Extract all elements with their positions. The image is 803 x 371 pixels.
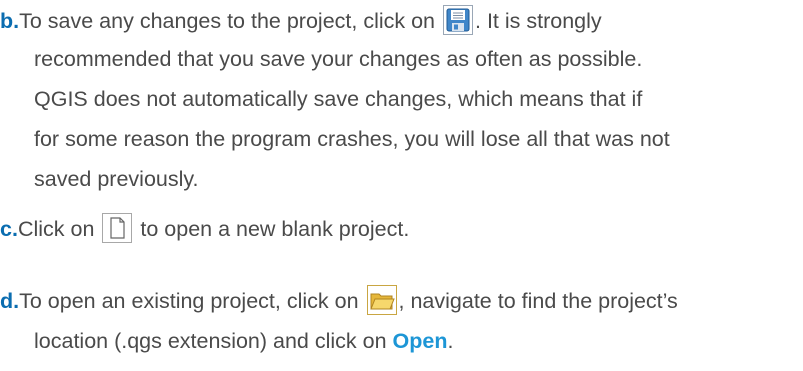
save-disk-icon (443, 5, 473, 36)
list-marker: b. (0, 9, 20, 33)
open-command: Open (392, 329, 448, 353)
list-text-cont: to open a new blank project. (140, 217, 410, 241)
new-blank-page-icon (102, 213, 133, 244)
list-text-cont: . It is strongly (475, 9, 602, 33)
line-d-2: location (.qgs extension) and click on O… (34, 322, 453, 360)
list-text: To save any changes to the project, clic… (19, 9, 436, 33)
line-b-4: for some reason the program crashes, you… (34, 127, 670, 151)
line-b-5: saved previously. (34, 167, 199, 191)
line-b-1: b.To save any changes to the project, cl… (0, 2, 602, 40)
list-marker: c. (0, 217, 18, 241)
line-b-3: QGIS does not automatically save changes… (34, 87, 643, 111)
list-text: location (.qgs extension) and click on (34, 329, 393, 353)
list-text-cont: , navigate to find the project’s (398, 289, 678, 313)
open-folder-icon (366, 285, 397, 316)
line-b-2: recommended that you save your changes a… (34, 47, 643, 71)
period: . (447, 329, 454, 353)
line-d-1: d.To open an existing project, click on … (0, 282, 678, 320)
line-c-1: c.Click on to open a new blank project. (0, 210, 409, 248)
list-text: To open an existing project, click on (19, 289, 359, 313)
list-text: Click on (17, 217, 95, 241)
document-page: b.To save any changes to the project, cl… (0, 0, 803, 371)
list-marker: d. (0, 289, 20, 313)
